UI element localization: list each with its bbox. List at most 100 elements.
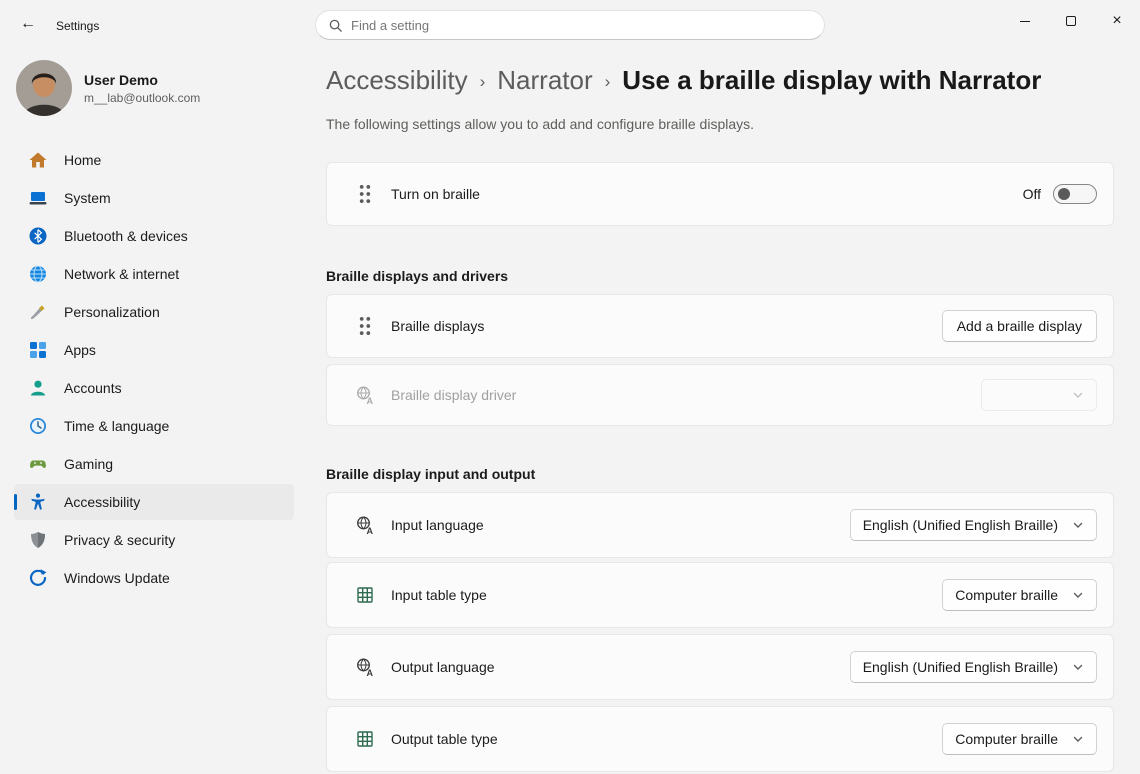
minimize-button[interactable] <box>1002 0 1048 42</box>
dropdown-value: Computer braille <box>955 731 1058 747</box>
svg-text:A: A <box>367 668 374 678</box>
system-icon <box>28 188 48 208</box>
input-language-label: Input language <box>391 517 484 533</box>
sidebar-item-time-language[interactable]: Time & language <box>14 408 294 444</box>
sidebar-item-label: Apps <box>64 342 96 358</box>
shield-icon <box>28 530 48 550</box>
svg-text:A: A <box>367 396 374 406</box>
sidebar-item-gaming[interactable]: Gaming <box>14 446 294 482</box>
user-info: User Demo m__lab@outlook.com <box>84 72 200 105</box>
home-icon <box>28 150 48 170</box>
chevron-down-icon <box>1072 519 1084 531</box>
input-table-type-card: Input table type Computer braille <box>326 562 1114 628</box>
section-input-output: Braille display input and output <box>326 466 1114 482</box>
avatar <box>16 60 72 116</box>
sidebar-item-label: Accessibility <box>64 494 140 510</box>
app-title: Settings <box>56 19 99 33</box>
sidebar-item-label: Personalization <box>64 304 160 320</box>
breadcrumb: Accessibility › Narrator › Use a braille… <box>326 60 1114 100</box>
sidebar-item-bluetooth-devices[interactable]: Bluetooth & devices <box>14 218 294 254</box>
breadcrumb-narrator[interactable]: Narrator <box>497 65 592 96</box>
toggle-knob <box>1058 188 1070 200</box>
add-braille-display-button[interactable]: Add a braille display <box>942 310 1097 342</box>
sidebar-item-accounts[interactable]: Accounts <box>14 370 294 406</box>
chevron-down-icon <box>1072 589 1084 601</box>
toggle-state-label: Off <box>1023 186 1041 202</box>
network-globe-icon <box>28 264 48 284</box>
braille-display-driver-label: Braille display driver <box>391 387 516 403</box>
user-account-block[interactable]: User Demo m__lab@outlook.com <box>0 60 300 116</box>
back-button[interactable]: ← <box>10 8 46 40</box>
braille-display-driver-dropdown <box>981 379 1097 411</box>
input-language-card: A Input language English (Unified Englis… <box>326 492 1114 558</box>
personalization-brush-icon <box>28 302 48 322</box>
chevron-down-icon <box>1072 389 1084 401</box>
search-input[interactable] <box>351 18 812 33</box>
accounts-person-icon <box>28 378 48 398</box>
table-grid-icon <box>355 728 375 750</box>
sidebar-item-label: Privacy & security <box>64 532 175 548</box>
dropdown-value: Computer braille <box>955 587 1058 603</box>
user-name: User Demo <box>84 72 200 88</box>
section-displays-drivers: Braille displays and drivers <box>326 268 1114 284</box>
breadcrumb-accessibility[interactable]: Accessibility <box>326 65 468 96</box>
braille-toggle[interactable] <box>1053 184 1097 204</box>
user-email: m__lab@outlook.com <box>84 91 200 105</box>
dropdown-value: English (Unified English Braille) <box>863 517 1058 533</box>
sidebar-item-label: Windows Update <box>64 570 170 586</box>
sidebar-item-windows-update[interactable]: Windows Update <box>14 560 294 596</box>
search-box[interactable] <box>315 10 825 40</box>
svg-text:A: A <box>367 526 374 536</box>
apps-grid-icon <box>28 340 48 360</box>
sidebar-item-label: Home <box>64 152 101 168</box>
sidebar-item-label: Network & internet <box>64 266 179 282</box>
input-language-dropdown[interactable]: English (Unified English Braille) <box>850 509 1097 541</box>
input-table-type-dropdown[interactable]: Computer braille <box>942 579 1097 611</box>
sidebar-item-accessibility[interactable]: Accessibility <box>14 484 294 520</box>
window-controls: × <box>1002 0 1140 42</box>
sidebar-item-label: Accounts <box>64 380 122 396</box>
sidebar-item-personalization[interactable]: Personalization <box>14 294 294 330</box>
close-button[interactable]: × <box>1094 0 1140 42</box>
sidebar-nav: Home System Bluetooth & devices Network … <box>0 142 300 596</box>
dropdown-value: English (Unified English Braille) <box>863 659 1058 675</box>
selected-accent-bar <box>14 494 17 510</box>
chevron-down-icon <box>1072 733 1084 745</box>
maximize-icon <box>1066 16 1076 26</box>
sidebar-item-system[interactable]: System <box>14 180 294 216</box>
sidebar-item-privacy-security[interactable]: Privacy & security <box>14 522 294 558</box>
sidebar-item-label: System <box>64 190 111 206</box>
output-language-dropdown[interactable]: English (Unified English Braille) <box>850 651 1097 683</box>
maximize-button[interactable] <box>1048 0 1094 42</box>
chevron-down-icon <box>1072 661 1084 673</box>
output-language-card: A Output language English (Unified Engli… <box>326 634 1114 700</box>
turn-on-braille-label: Turn on braille <box>391 186 480 202</box>
page-title: Use a braille display with Narrator <box>622 65 1041 96</box>
turn-on-braille-card: Turn on braille Off <box>326 162 1114 226</box>
braille-displays-label: Braille displays <box>391 318 484 334</box>
sidebar-item-home[interactable]: Home <box>14 142 294 178</box>
search-icon <box>328 18 343 33</box>
language-globe-icon: A <box>355 514 375 536</box>
output-language-label: Output language <box>391 659 495 675</box>
back-arrow-icon: ← <box>20 15 36 33</box>
output-table-type-card: Output table type Computer braille <box>326 706 1114 772</box>
windows-update-icon <box>28 568 48 588</box>
accessibility-person-icon <box>28 492 48 512</box>
titlebar: ← Settings × <box>0 0 1140 48</box>
table-grid-icon <box>355 584 375 606</box>
input-table-type-label: Input table type <box>391 587 487 603</box>
breadcrumb-separator: › <box>605 69 611 92</box>
braille-displays-card: Braille displays Add a braille display <box>326 294 1114 358</box>
sidebar-item-label: Time & language <box>64 418 169 434</box>
sidebar-item-apps[interactable]: Apps <box>14 332 294 368</box>
language-globe-icon: A <box>355 384 375 406</box>
breadcrumb-separator: › <box>480 69 486 92</box>
output-table-type-dropdown[interactable]: Computer braille <box>942 723 1097 755</box>
output-table-type-label: Output table type <box>391 731 498 747</box>
clock-icon <box>28 416 48 436</box>
braille-display-driver-card: A Braille display driver <box>326 364 1114 426</box>
braille-dots-icon <box>355 315 375 337</box>
sidebar-item-network-internet[interactable]: Network & internet <box>14 256 294 292</box>
page-description: The following settings allow you to add … <box>326 116 1114 132</box>
